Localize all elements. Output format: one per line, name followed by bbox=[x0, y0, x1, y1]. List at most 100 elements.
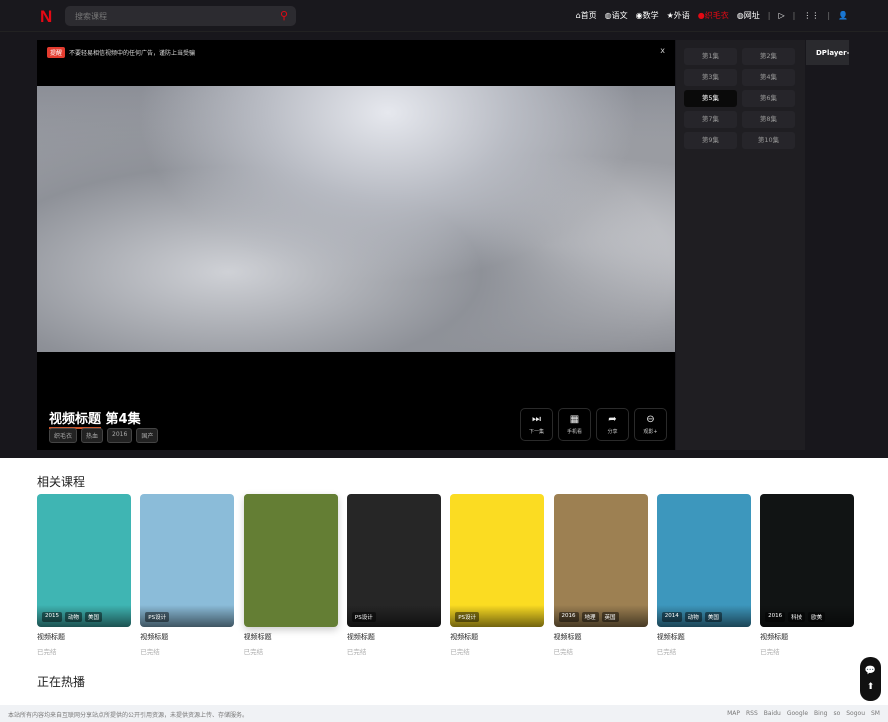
action-button[interactable]: ➦ 分享 bbox=[596, 408, 629, 441]
card-title[interactable]: 视频标题 bbox=[554, 632, 648, 642]
card-tag: 欧美 bbox=[808, 612, 826, 622]
footer-link[interactable]: RSS bbox=[746, 710, 758, 717]
share-icon: ➦ bbox=[608, 414, 617, 425]
footer-link[interactable]: Sogou bbox=[846, 710, 865, 717]
card-title[interactable]: 视频标题 bbox=[244, 632, 338, 642]
nav-item[interactable]: ◍网址 bbox=[737, 10, 760, 21]
card-title[interactable]: 视频标题 bbox=[450, 632, 544, 642]
course-card[interactable]: 2016 科技 欧美视频标题已完结 bbox=[760, 494, 855, 656]
close-icon[interactable]: x bbox=[660, 46, 665, 55]
logo[interactable]: N bbox=[40, 7, 52, 27]
card-status: 已完结 bbox=[656, 648, 677, 656]
video-tags: 织毛衣 热血 2016 国产 bbox=[49, 428, 159, 443]
action-button[interactable]: ⊖ 观影+ bbox=[634, 408, 667, 441]
card-thumbnail[interactable]: 2016 地理 英国 bbox=[553, 494, 648, 627]
card-status: 已完结 bbox=[140, 648, 160, 656]
footer-link[interactable]: so bbox=[833, 710, 840, 717]
card-tags: PS设计 bbox=[455, 612, 479, 622]
card-tag: 动物 bbox=[65, 612, 83, 622]
footer-link[interactable]: Google bbox=[787, 710, 808, 717]
action-button[interactable]: ⏭ 下一集 bbox=[520, 408, 553, 441]
card-tag: 2014 bbox=[661, 612, 682, 622]
card-thumbnail[interactable]: 2016 科技 欧美 bbox=[760, 494, 855, 627]
video-frame[interactable] bbox=[37, 86, 675, 352]
video-player[interactable]: 提醒 不要轻易相信视频中的任何广告，谨防上当受骗 x 视频标题 第4集 织毛衣 热血… bbox=[37, 40, 675, 450]
search-input[interactable]: 搜索课程 ⚲ bbox=[65, 6, 296, 26]
action-label: 分享 bbox=[607, 429, 618, 435]
card-thumbnail[interactable]: 2014 动物 美国 bbox=[656, 494, 751, 627]
footer-link[interactable]: SM bbox=[871, 710, 880, 717]
video-tag[interactable]: 热血 bbox=[81, 428, 104, 443]
search-icon[interactable]: ⚲ bbox=[280, 9, 288, 22]
card-thumbnail[interactable]: PS设计 bbox=[450, 494, 545, 627]
back-to-top-icon[interactable]: ⬆ bbox=[860, 679, 881, 695]
card-thumbnail[interactable]: PS设计 bbox=[140, 494, 235, 627]
card-thumbnail[interactable]: PS设计 bbox=[346, 494, 441, 627]
video-tag[interactable]: 2016 bbox=[107, 428, 133, 443]
card-thumbnail[interactable]: 2015 动物 美国 bbox=[37, 494, 131, 627]
grid-icon[interactable]: ⋮⋮ bbox=[803, 11, 819, 20]
nav-item[interactable]: ◍语文 bbox=[605, 10, 628, 21]
episode-button[interactable]: 第5集 bbox=[684, 90, 737, 107]
divider: | bbox=[792, 11, 796, 20]
nav-label: 织毛衣 bbox=[704, 11, 729, 20]
course-card[interactable]: 视频标题 已完结 bbox=[243, 494, 338, 656]
card-title[interactable]: 视频标题 bbox=[760, 632, 854, 642]
footer: 本站所有内容均来自互联网分享站点所提供的公开引用资源，未提供资源上传、存储服务。… bbox=[0, 705, 888, 722]
nav-item[interactable]: ●织毛衣 bbox=[698, 10, 729, 21]
footer-link[interactable]: Baidu bbox=[764, 710, 781, 717]
episode-button[interactable]: 第6集 bbox=[742, 90, 795, 107]
episode-button[interactable]: 第1集 bbox=[684, 48, 737, 65]
divider: | bbox=[827, 11, 831, 20]
card-tags: 2016 科技 欧美 bbox=[765, 612, 826, 622]
card-status: 已完结 bbox=[553, 648, 574, 656]
episode-button[interactable]: 第2集 bbox=[742, 48, 795, 65]
globe-icon: ◍ bbox=[604, 11, 612, 20]
card-tag: 美国 bbox=[704, 612, 722, 622]
more-icon: ⊖ bbox=[646, 414, 655, 425]
card-title[interactable]: 视频标题 bbox=[37, 632, 131, 642]
video-tag[interactable]: 国产 bbox=[136, 428, 159, 443]
nav-item[interactable]: ◉数学 bbox=[636, 10, 659, 21]
card-title[interactable]: 视频标题 bbox=[140, 632, 234, 642]
episode-button[interactable]: 第8集 bbox=[742, 111, 795, 128]
user-icon[interactable]: 👤 bbox=[838, 11, 848, 20]
footer-link[interactable]: MAP bbox=[727, 710, 740, 717]
play-icon[interactable]: ▷ bbox=[778, 11, 784, 20]
card-thumbnail[interactable] bbox=[243, 494, 338, 627]
card-tags: 2014 动物 美国 bbox=[661, 612, 722, 622]
action-label: 下一集 bbox=[528, 429, 544, 435]
card-title[interactable]: 视频标题 bbox=[657, 632, 751, 642]
nav-label: 网址 bbox=[743, 11, 760, 20]
episode-button[interactable]: 第7集 bbox=[684, 111, 737, 128]
course-card[interactable]: PS设计视频标题已完结 bbox=[346, 494, 441, 656]
episode-button[interactable]: 第4集 bbox=[742, 69, 795, 86]
course-card[interactable]: PS设计视频标题已完结 bbox=[140, 494, 235, 656]
card-status: 已完结 bbox=[450, 648, 470, 656]
course-card[interactable]: 2016 地理 英国视频标题已完结 bbox=[553, 494, 648, 656]
card-status: 已完结 bbox=[760, 648, 780, 656]
episode-button[interactable]: 第10集 bbox=[742, 132, 795, 149]
footer-link[interactable]: Bing bbox=[814, 710, 827, 717]
course-card[interactable]: 2015 动物 美国 视频标题 已完结 bbox=[37, 494, 131, 656]
nav-item[interactable]: ★外语 bbox=[667, 10, 690, 21]
episode-button[interactable]: 第9集 bbox=[684, 132, 737, 149]
main-nav: ⌂首页 ◍语文 ◉数学 ★外语 ●织毛衣 ◍网址 | ▷ | ⋮⋮ | 👤 bbox=[576, 10, 848, 21]
card-tag: PS设计 bbox=[455, 612, 479, 622]
course-card[interactable]: PS设计视频标题已完结 bbox=[450, 494, 545, 656]
card-status: 已完结 bbox=[346, 648, 367, 656]
player-actions: ⏭ 下一集 ▦ 手机看 ➦ 分享 ⊖ 观影+ bbox=[520, 408, 667, 441]
related-heading: 相关课程 bbox=[37, 475, 86, 489]
episode-list: 第1集 第2集 第3集 第4集 第5集 第6集 第7集 第8集 第9集 第10集 bbox=[676, 40, 805, 450]
card-title[interactable]: 视频标题 bbox=[347, 632, 441, 642]
nav-label: 数学 bbox=[642, 11, 659, 20]
action-label: 观影+ bbox=[643, 429, 658, 435]
chat-icon[interactable]: 💬 bbox=[860, 663, 881, 679]
course-card[interactable]: 2014 动物 美国视频标题已完结 bbox=[656, 494, 751, 656]
action-button[interactable]: ▦ 手机看 bbox=[558, 408, 591, 441]
card-tags: PS设计 bbox=[145, 612, 170, 622]
nav-item[interactable]: ⌂首页 bbox=[576, 10, 597, 21]
video-tag[interactable]: 织毛衣 bbox=[49, 428, 78, 443]
ad-notice: 提醒 不要轻易相信视频中的任何广告，谨防上当受骗 bbox=[47, 47, 195, 58]
episode-button[interactable]: 第3集 bbox=[684, 69, 737, 86]
